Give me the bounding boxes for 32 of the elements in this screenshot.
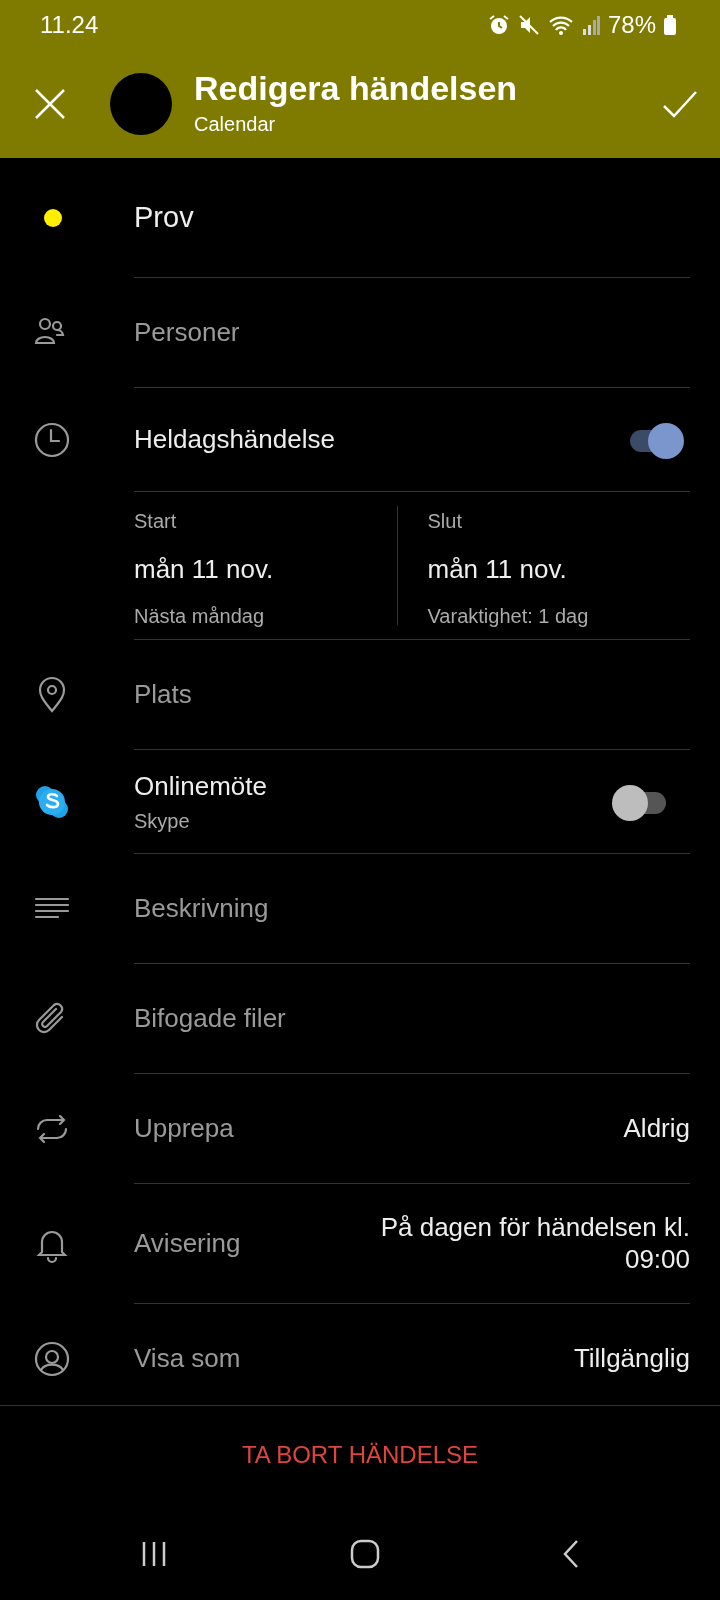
setting-label: Upprepa — [134, 1112, 234, 1145]
field-label[interactable]: Plats — [134, 675, 192, 714]
alarm-icon — [487, 14, 510, 36]
battery-level: 78% — [607, 10, 656, 40]
clock-icon — [32, 420, 72, 460]
event-title-field[interactable]: Prov — [134, 195, 194, 240]
date-note: Nästa måndag — [134, 604, 266, 629]
setting-value[interactable]: Aldrig — [623, 1112, 690, 1145]
field-label[interactable]: Personer — [134, 313, 240, 352]
date-value[interactable]: mån 11 nov. — [427, 550, 690, 589]
signal-icon — [581, 14, 600, 36]
mute-icon — [517, 14, 540, 36]
battery-icon — [664, 14, 676, 36]
home-button[interactable] — [350, 1539, 380, 1569]
field-label[interactable]: Beskrivning — [134, 889, 269, 928]
end-label: Slut — [427, 509, 463, 534]
setting-value[interactable]: Tillgänglig — [573, 1342, 690, 1375]
date-value[interactable]: mån 11 nov. — [134, 550, 397, 589]
field-label[interactable]: Bifogade filer — [134, 999, 286, 1038]
date-note: Varaktighet: 1 dag — [427, 604, 590, 629]
start-label: Start — [134, 509, 178, 534]
toggle-sublabel: Skype — [134, 809, 191, 834]
setting-label: Visa som — [134, 1342, 241, 1375]
wifi-icon — [547, 14, 574, 36]
setting-value[interactable]: På dagen för händelsen kl. 09:00 — [330, 1212, 690, 1275]
setting-label: Avisering — [134, 1227, 241, 1260]
status-time: 11.24 — [40, 10, 99, 40]
toggle-label: Onlinemöte — [134, 770, 267, 803]
delete-event-button[interactable]: TA BORT HÄNDELSE — [235, 1436, 485, 1474]
calendar-name: Calendar — [194, 111, 277, 137]
toggle-label: Heldagshändelse — [134, 423, 335, 456]
screen-title: Redigera händelsen — [194, 69, 518, 109]
